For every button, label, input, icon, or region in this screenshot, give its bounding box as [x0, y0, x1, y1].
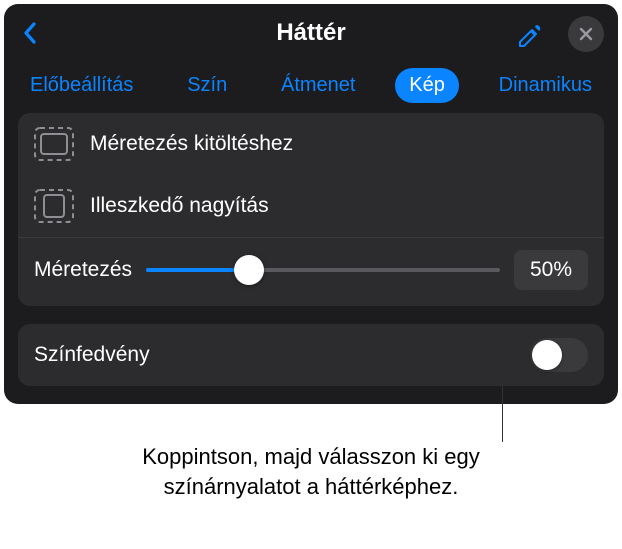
- color-overlay-row: Színfedvény: [18, 324, 604, 386]
- toggle-knob: [532, 340, 562, 370]
- scale-slider[interactable]: [146, 268, 500, 272]
- color-overlay-toggle[interactable]: [530, 338, 588, 372]
- callout-leader-line: [502, 386, 503, 442]
- option-label: Méretezés kitöltéshez: [90, 132, 293, 156]
- tab-color[interactable]: Szín: [173, 68, 241, 103]
- scale-slider-row: Méretezés 50%: [18, 237, 604, 306]
- close-button[interactable]: [568, 16, 604, 52]
- chevron-left-icon: [22, 21, 38, 45]
- background-panel: Háttér Előbeállítás Szín Átmenet Kép Din…: [4, 4, 618, 404]
- tab-bar: Előbeállítás Szín Átmenet Kép Dinamikus: [4, 62, 618, 113]
- callout-text: Koppintson, majd válasszon ki egy színár…: [0, 424, 622, 501]
- tab-gradient[interactable]: Átmenet: [267, 68, 369, 103]
- scale-to-fit-icon: [34, 189, 74, 223]
- panel-title: Háttér: [276, 19, 345, 47]
- close-icon: [578, 26, 594, 42]
- tab-image[interactable]: Kép: [395, 68, 459, 103]
- eyedropper-icon: [516, 22, 544, 50]
- slider-label: Méretezés: [34, 258, 132, 282]
- eyedropper-button[interactable]: [512, 18, 548, 54]
- slider-value[interactable]: 50%: [514, 250, 588, 290]
- option-label: Illeszkedő nagyítás: [90, 194, 269, 218]
- option-scale-to-fill[interactable]: Méretezés kitöltéshez: [18, 113, 604, 175]
- scale-to-fill-icon: [34, 127, 74, 161]
- color-overlay-label: Színfedvény: [34, 343, 150, 367]
- tab-dynamic[interactable]: Dinamikus: [485, 68, 606, 103]
- color-overlay-card: Színfedvény: [18, 324, 604, 386]
- tab-preset[interactable]: Előbeállítás: [16, 68, 147, 103]
- image-options-card: Méretezés kitöltéshez Illeszkedő nagyítá…: [18, 113, 604, 306]
- callout: Koppintson, majd válasszon ki egy színár…: [0, 424, 622, 501]
- slider-thumb[interactable]: [234, 255, 264, 285]
- option-scale-to-fit[interactable]: Illeszkedő nagyítás: [18, 175, 604, 237]
- panel-header: Háttér: [4, 4, 618, 62]
- back-button[interactable]: [18, 18, 42, 48]
